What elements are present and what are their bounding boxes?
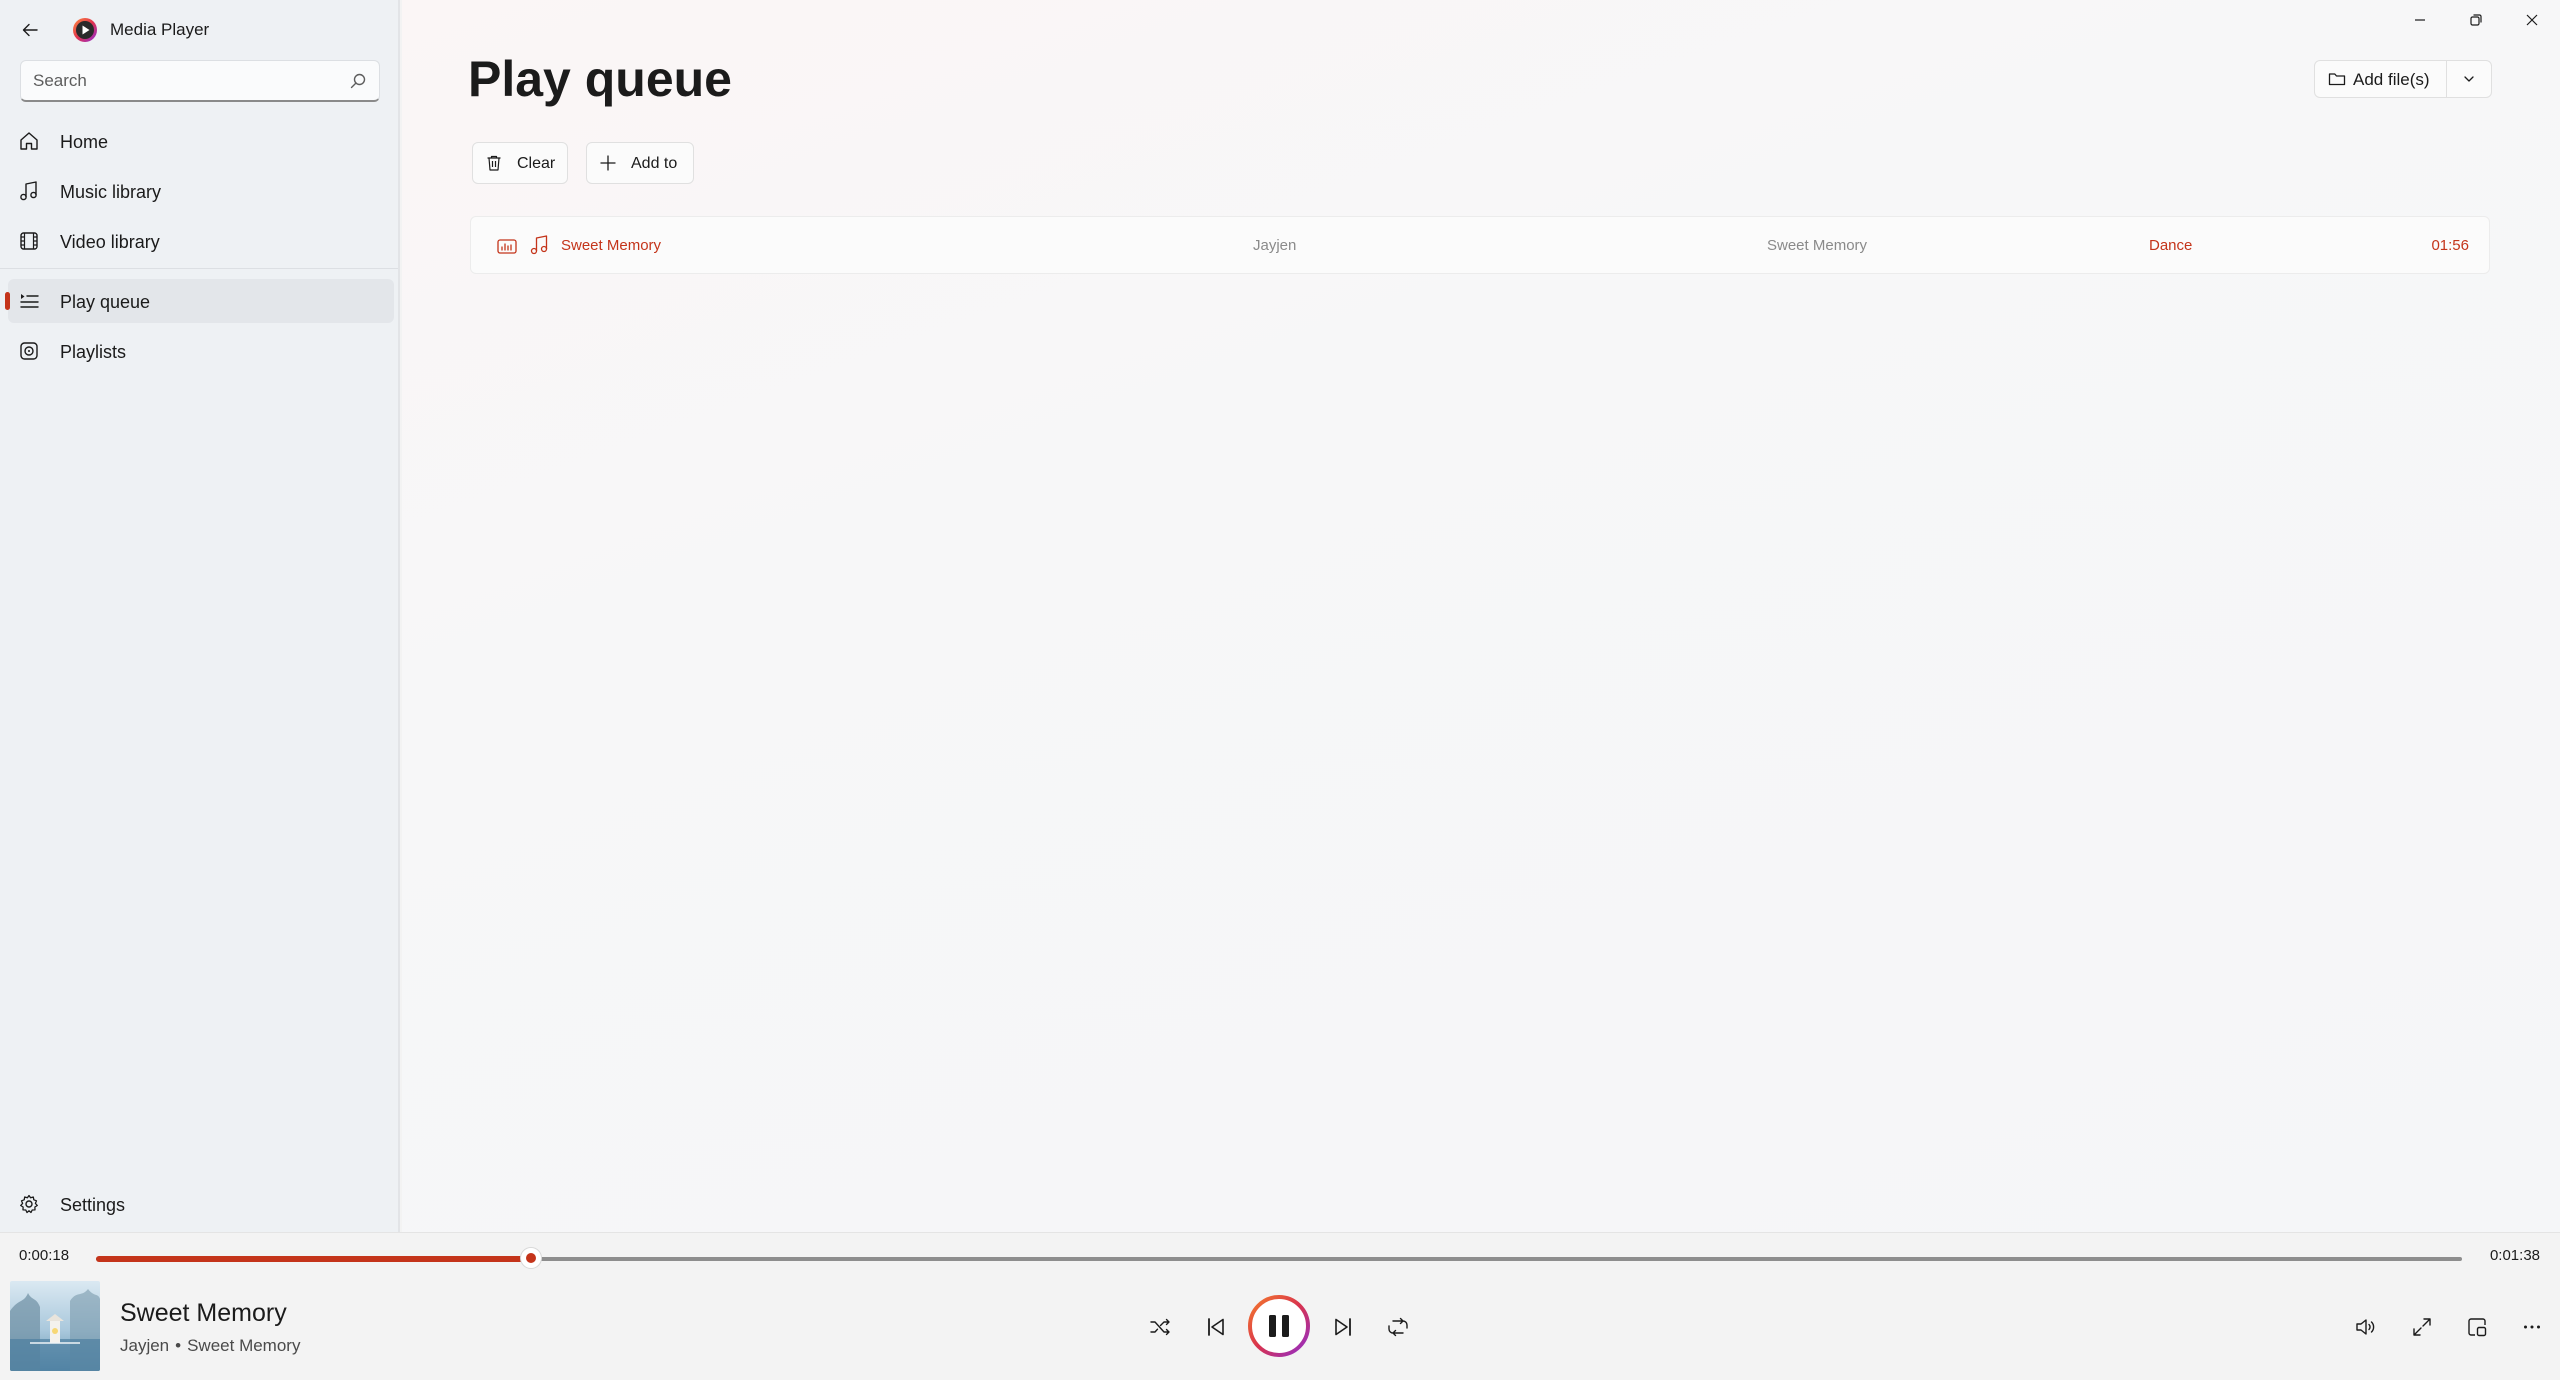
page-title: Play queue xyxy=(468,51,732,107)
trash-icon xyxy=(487,155,501,171)
add-files-button[interactable]: Add file(s) xyxy=(2315,61,2445,97)
sidebar-item-play-queue[interactable]: Play queue xyxy=(5,279,394,323)
volume-button[interactable] xyxy=(2348,1311,2384,1343)
now-playing-subtitle: Jayjen • Sweet Memory xyxy=(120,1336,300,1356)
previous-button[interactable] xyxy=(1198,1311,1234,1343)
minimize-button[interactable] xyxy=(2392,0,2448,40)
player-bar: 0:00:18 0:01:38 Sweet Memory Jayjen • Swee… xyxy=(0,1232,2560,1380)
sidebar-item-label: Home xyxy=(60,132,109,152)
gear-icon xyxy=(20,1194,38,1214)
shuffle-icon xyxy=(1150,1318,1170,1336)
sidebar-item-label: Settings xyxy=(60,1195,126,1215)
seek-progress xyxy=(96,1256,531,1262)
sidebar-item-label: Playlists xyxy=(60,342,127,362)
selection-indicator xyxy=(5,292,10,310)
expand-icon xyxy=(2413,1318,2431,1336)
title-bar: Media Player xyxy=(0,0,400,58)
seek-bar[interactable] xyxy=(96,1247,2462,1269)
clear-label: Clear xyxy=(517,155,556,172)
track-title: Sweet Memory xyxy=(561,237,662,254)
add-files-label: Add file(s) xyxy=(2353,70,2430,89)
add-to-button[interactable]: Add to xyxy=(586,142,694,184)
nav-divider xyxy=(0,268,398,269)
back-arrow-icon xyxy=(22,23,38,37)
skip-previous-icon xyxy=(1208,1318,1224,1336)
sidebar-item-playlists[interactable]: Playlists xyxy=(8,329,394,373)
next-button[interactable] xyxy=(1325,1311,1361,1343)
track-artist[interactable]: Jayjen xyxy=(1253,237,1296,254)
play-pause-button[interactable] xyxy=(1247,1294,1311,1358)
now-playing-title[interactable]: Sweet Memory xyxy=(120,1299,287,1328)
app-logo xyxy=(72,17,98,43)
repeat-icon xyxy=(1388,1317,1408,1337)
now-playing-icon xyxy=(497,239,517,254)
repeat-button[interactable] xyxy=(1380,1311,1416,1343)
chevron-down-icon xyxy=(2464,76,2474,82)
now-playing-album[interactable]: Sweet Memory xyxy=(187,1336,300,1355)
skip-next-icon xyxy=(1335,1318,1351,1336)
close-button[interactable] xyxy=(2504,0,2560,40)
add-to-label: Add to xyxy=(631,155,678,172)
mini-player-button[interactable] xyxy=(2459,1311,2495,1343)
now-playing-artist[interactable]: Jayjen xyxy=(120,1336,169,1355)
track-duration: 01:56 xyxy=(2431,237,2469,254)
queue-row[interactable]: Sweet Memory Jayjen Sweet Memory Dance 0… xyxy=(470,216,2490,274)
album-art-image xyxy=(10,1281,100,1371)
app-title: Media Player xyxy=(110,20,210,39)
restore-button[interactable] xyxy=(2448,0,2504,40)
volume-icon xyxy=(2356,1319,2375,1335)
search-input[interactable] xyxy=(33,69,333,93)
sidebar-item-label: Play queue xyxy=(60,292,151,312)
restore-icon xyxy=(2470,14,2482,26)
minimize-icon xyxy=(2415,19,2425,21)
track-album[interactable]: Sweet Memory xyxy=(1767,237,1867,254)
track-genre: Dance xyxy=(2149,237,2193,254)
mini-player-icon xyxy=(2468,1318,2487,1337)
search-box[interactable] xyxy=(20,60,380,102)
sidebar-item-settings[interactable]: Settings xyxy=(8,1182,394,1226)
sidebar-item-video-library[interactable]: Video library xyxy=(8,219,394,263)
folder-icon xyxy=(2328,73,2346,86)
add-files-split-button: Add file(s) xyxy=(2314,60,2492,98)
sidebar-item-label: Video library xyxy=(60,232,160,252)
sidebar-item-music-library[interactable]: Music library xyxy=(8,169,394,213)
media-player-logo-icon xyxy=(73,18,97,42)
pause-icon xyxy=(1248,1295,1310,1357)
total-time: 0:01:38 xyxy=(2489,1247,2540,1264)
add-files-dropdown-button[interactable] xyxy=(2447,61,2491,97)
sidebar-item-label: Music library xyxy=(60,182,162,202)
fullscreen-button[interactable] xyxy=(2404,1311,2440,1343)
queue-icon xyxy=(20,294,39,308)
shuffle-button[interactable] xyxy=(1142,1311,1178,1343)
film-icon xyxy=(20,232,38,250)
elapsed-time: 0:00:18 xyxy=(19,1247,70,1264)
window-controls xyxy=(2392,0,2560,40)
playlist-icon xyxy=(20,342,38,360)
seek-thumb[interactable] xyxy=(519,1247,542,1269)
close-icon xyxy=(2526,14,2538,26)
plus-icon xyxy=(600,155,616,171)
back-button[interactable] xyxy=(14,14,46,46)
search-icon[interactable] xyxy=(349,72,367,90)
home-icon xyxy=(20,132,38,150)
music-note-icon xyxy=(530,235,548,255)
separator-dot: • xyxy=(175,1336,182,1355)
sidebar-item-home[interactable]: Home xyxy=(8,119,394,163)
clear-button[interactable]: Clear xyxy=(472,142,568,184)
more-options-button[interactable] xyxy=(2514,1311,2550,1343)
album-art[interactable] xyxy=(10,1281,100,1371)
music-note-icon xyxy=(20,181,37,201)
sidebar: Media Player Home Music library Video li… xyxy=(0,0,400,1232)
main-content: Play queue Add file(s) Clear Add to Swee… xyxy=(402,0,2560,1232)
more-icon xyxy=(2524,1325,2540,1329)
